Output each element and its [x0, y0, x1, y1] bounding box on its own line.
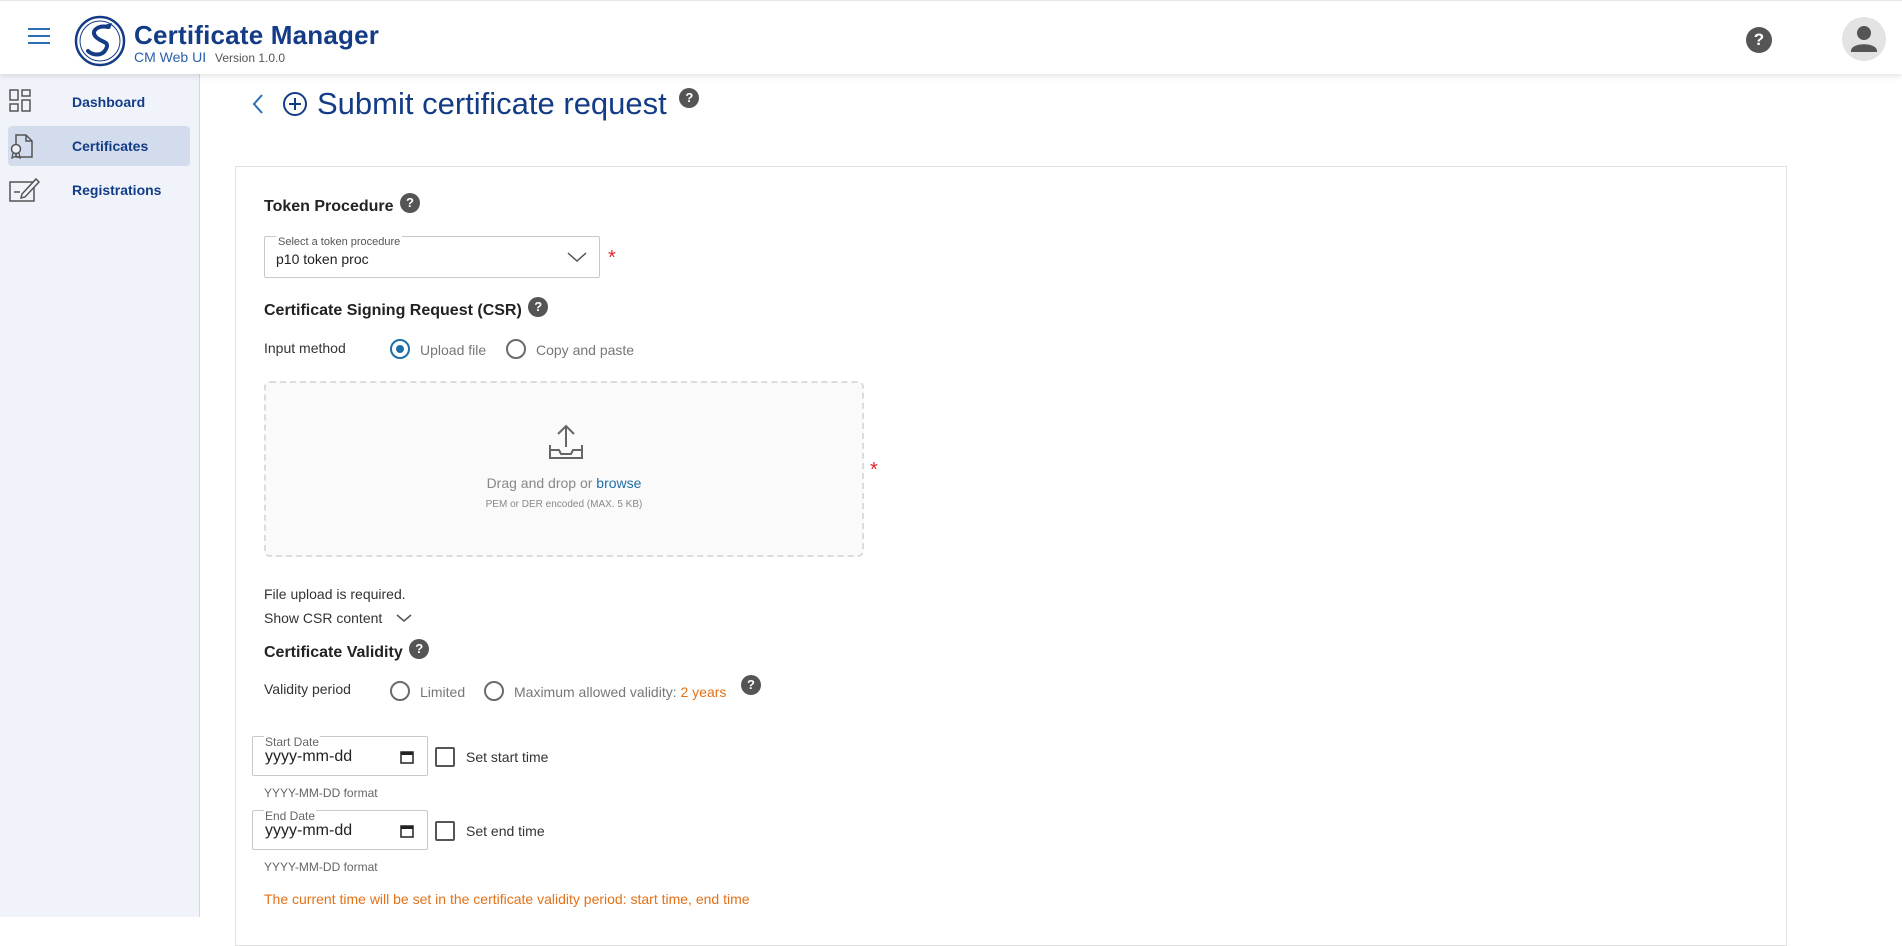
sidebar-item-label: Registrations — [72, 182, 162, 198]
end-date-hint: YYYY-MM-DD format — [264, 860, 378, 874]
app-version: Version 1.0.0 — [215, 51, 286, 65]
upload-icon — [549, 424, 583, 459]
add-circle-icon — [283, 92, 307, 116]
token-procedure-select[interactable]: Select a token procedure p10 token proc — [264, 236, 600, 278]
start-date-hint: YYYY-MM-DD format — [264, 786, 378, 800]
top-bar: Certificate Manager CM Web UI Version 1.… — [0, 0, 1902, 74]
max-validity-radio[interactable] — [484, 681, 504, 701]
sidebar-item-certificates[interactable]: Certificates — [8, 126, 190, 166]
copy-paste-radio[interactable] — [506, 339, 526, 359]
input-method-label: Input method — [264, 340, 346, 356]
dropzone-text: Drag and drop or browse — [486, 475, 642, 491]
menu-icon[interactable] — [28, 28, 50, 46]
upload-error-text: File upload is required. — [264, 586, 406, 602]
help-icon[interactable]: ? — [741, 675, 761, 695]
certificate-icon — [10, 134, 33, 160]
app-title: Certificate Manager — [134, 20, 380, 50]
sidebar-item-registrations[interactable]: Registrations — [8, 170, 190, 210]
help-icon[interactable]: ? — [528, 297, 549, 317]
validity-heading: Certificate Validity ? — [264, 639, 430, 663]
chevron-down-icon — [396, 614, 412, 622]
set-start-time-label: Set start time — [466, 749, 549, 765]
chevron-down-icon — [567, 252, 587, 263]
request-form: Token Procedure ? Select a token procedu… — [235, 166, 1787, 946]
sidebar-item-label: Dashboard — [72, 94, 146, 110]
select-value: p10 token proc — [276, 251, 369, 267]
limited-label: Limited — [420, 684, 466, 700]
end-date-input[interactable]: End Date yyyy-mm-dd — [252, 809, 428, 850]
start-date-input[interactable]: Start Date yyyy-mm-dd — [252, 735, 428, 776]
start-date-label: Start Date — [264, 735, 321, 749]
edit-icon — [9, 177, 40, 202]
sidebar-item-label: Certificates — [72, 138, 149, 154]
upload-file-radio[interactable] — [390, 339, 410, 359]
help-icon[interactable]: ? — [409, 639, 430, 659]
validity-period-label: Validity period — [264, 681, 351, 697]
dashboard-icon — [9, 89, 31, 112]
avatar[interactable] — [1842, 17, 1886, 61]
main-content: Submit certificate request ? Token Proce… — [200, 74, 1902, 946]
back-icon[interactable] — [250, 92, 266, 116]
sidebar: Dashboard Certificates Registrations — [0, 74, 200, 917]
csr-dropzone[interactable]: Drag and drop or browse PEM or DER encod… — [264, 381, 864, 557]
help-icon[interactable]: ? — [399, 193, 420, 213]
set-start-time-checkbox[interactable] — [435, 747, 455, 767]
dropzone-hint: PEM or DER encoded (MAX. 5 KB) — [485, 499, 643, 510]
app-subtitle: CM Web UI — [134, 49, 207, 65]
sidebar-item-dashboard[interactable]: Dashboard — [8, 82, 190, 122]
calendar-icon[interactable] — [399, 823, 415, 839]
copy-paste-label: Copy and paste — [536, 342, 635, 358]
logo-icon — [74, 15, 126, 67]
show-csr-content-toggle[interactable]: Show CSR content — [264, 610, 412, 626]
select-label: Select a token procedure — [276, 236, 403, 248]
end-date-label: End Date — [264, 809, 317, 823]
upload-file-label: Upload file — [420, 342, 487, 358]
start-date-value: yyyy-mm-dd — [265, 748, 353, 765]
page-title: Submit certificate request ? — [317, 86, 700, 122]
max-validity-label: Maximum allowed validity: 2 years — [514, 684, 727, 700]
set-end-time-checkbox[interactable] — [435, 821, 455, 841]
limited-radio[interactable] — [390, 681, 410, 701]
csr-heading: Certificate Signing Request (CSR) ? — [264, 297, 549, 321]
help-icon[interactable]: ? — [1746, 27, 1772, 53]
token-procedure-heading: Token Procedure ? — [264, 193, 420, 217]
max-validity-value: 2 years — [680, 684, 727, 700]
browse-link[interactable]: browse — [596, 475, 641, 491]
set-end-time-label: Set end time — [466, 823, 545, 839]
help-icon[interactable]: ? — [679, 88, 700, 108]
user-icon — [1851, 26, 1877, 52]
end-date-value: yyyy-mm-dd — [265, 822, 353, 839]
validity-warning: The current time will be set in the cert… — [264, 891, 750, 907]
required-indicator: * — [608, 247, 616, 269]
required-indicator: * — [870, 459, 878, 481]
calendar-icon[interactable] — [399, 749, 415, 765]
